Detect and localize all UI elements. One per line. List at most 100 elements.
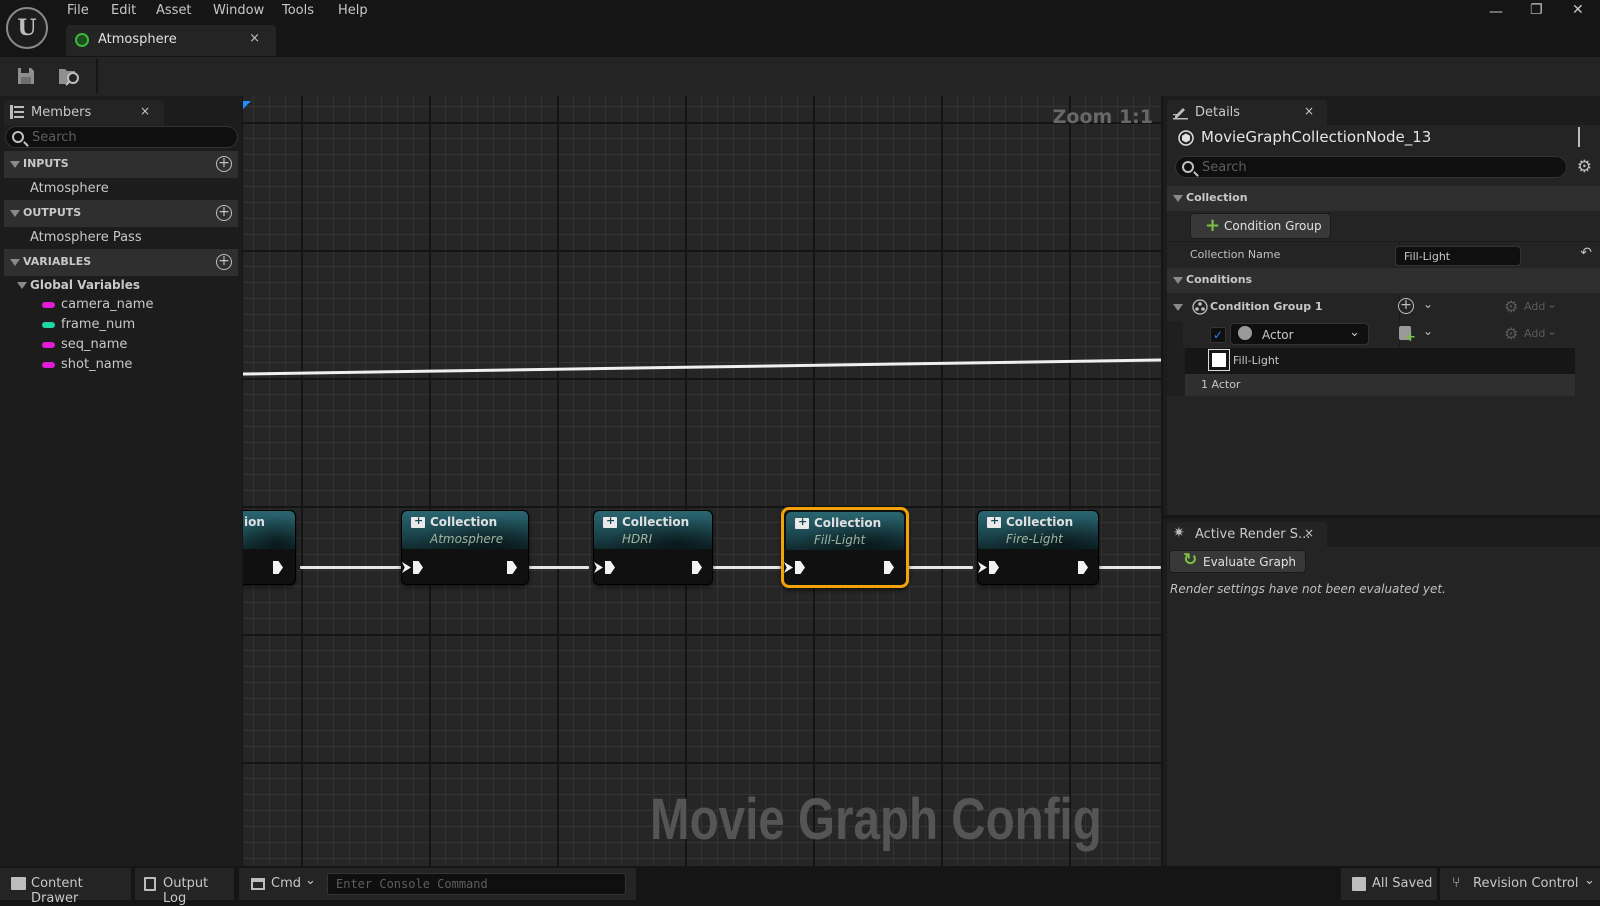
collection-name-label: Collection Name: [1190, 248, 1281, 261]
restore-button[interactable]: ❐: [1530, 2, 1543, 18]
document-tab-atmosphere[interactable]: Atmosphere ×: [66, 25, 276, 56]
result-item-row[interactable]: Fill-Light: [1185, 348, 1575, 374]
menu-window[interactable]: Window: [213, 3, 264, 21]
condition-type-dropdown[interactable]: Actor ⌄: [1230, 323, 1369, 345]
expand-arrow-icon[interactable]: [17, 282, 27, 289]
input-exec-pin[interactable]: [413, 561, 423, 574]
close-members-icon[interactable]: ×: [140, 104, 150, 118]
menu-edit[interactable]: Edit: [111, 3, 136, 21]
condition-row[interactable]: ✓ Actor ⌄ + ⌄ ⚙ Add ⌄: [1167, 321, 1600, 348]
plus-icon: +: [1205, 215, 1221, 236]
menu-asset[interactable]: Asset: [156, 3, 192, 21]
reset-to-default-icon[interactable]: ↶: [1580, 245, 1592, 261]
settings-gear-icon[interactable]: ⚙: [1577, 157, 1592, 177]
condition-group-row[interactable]: Condition Group 1 + ⌄ ⚙ Add ⌄: [1167, 294, 1600, 347]
add-dropdown-label: Add: [1524, 300, 1546, 313]
exec-wire[interactable]: [709, 566, 781, 569]
add-operand-button[interactable]: +: [1398, 298, 1414, 314]
output-exec-pin[interactable]: [507, 561, 517, 574]
input-exec-pin[interactable]: [989, 561, 999, 574]
members-tab[interactable]: Members ×: [4, 100, 164, 125]
light-actor-icon: [1212, 353, 1226, 367]
collection-node-atmosphere[interactable]: Collection Atmosphere: [401, 510, 529, 585]
active-render-settings-tab[interactable]: ✷ Active Render S... ×: [1167, 522, 1327, 547]
unreal-logo-icon[interactable]: U: [6, 7, 48, 49]
chevron-down-icon[interactable]: ⌄: [1423, 297, 1433, 311]
save-status-button[interactable]: All Saved: [1341, 868, 1437, 900]
close-details-icon[interactable]: ×: [1304, 104, 1314, 118]
menu-tools[interactable]: Tools: [282, 3, 314, 21]
section-collection[interactable]: Collection: [1167, 186, 1600, 211]
exec-wire[interactable]: [300, 566, 402, 569]
output-exec-pin[interactable]: [1078, 561, 1088, 574]
chevron-down-icon: ⌄: [1547, 297, 1558, 311]
evaluate-graph-button[interactable]: ↻ Evaluate Graph: [1169, 550, 1306, 573]
add-variable-button[interactable]: +: [216, 254, 232, 270]
collapse-arrow-icon[interactable]: [1173, 195, 1183, 202]
collection-node[interactable]: ion: [243, 510, 296, 585]
section-conditions[interactable]: Conditions: [1167, 268, 1600, 293]
collapse-arrow-icon[interactable]: [1173, 277, 1183, 284]
output-exec-pin[interactable]: [692, 561, 702, 574]
browse-to-asset-icon[interactable]: [58, 66, 80, 86]
add-actor-icon[interactable]: +: [1399, 326, 1416, 345]
input-item[interactable]: Atmosphere: [30, 181, 109, 196]
details-search-input[interactable]: Search: [1175, 156, 1567, 178]
result-item-label: Fill-Light: [1233, 354, 1280, 367]
cmd-selector[interactable]: Cmd: [271, 876, 301, 891]
close-active-render-settings-icon[interactable]: ×: [1304, 526, 1314, 540]
variable-item[interactable]: camera_name: [61, 297, 153, 312]
collection-name-input[interactable]: Fill-Light: [1395, 246, 1521, 266]
collapse-arrow-icon[interactable]: [10, 161, 20, 168]
details-tab[interactable]: Details ×: [1167, 100, 1327, 125]
lock-selection-icon[interactable]: [1578, 127, 1590, 147]
collapse-arrow-icon[interactable]: [1173, 304, 1183, 311]
variable-item[interactable]: shot_name: [61, 357, 132, 372]
console-area: Cmd ⌄ Enter Console Command: [239, 868, 636, 900]
connection-wire[interactable]: [243, 96, 1161, 496]
output-item[interactable]: Atmosphere Pass: [30, 230, 142, 245]
console-command-input[interactable]: Enter Console Command: [327, 873, 626, 895]
input-exec-pin[interactable]: [605, 561, 615, 574]
collapse-arrow-icon[interactable]: [10, 210, 20, 217]
minimize-button[interactable]: —: [1489, 4, 1503, 20]
save-status-label: All Saved: [1372, 876, 1433, 891]
close-window-button[interactable]: ✕: [1572, 2, 1584, 18]
add-output-button[interactable]: +: [216, 205, 232, 221]
exec-wire[interactable]: [1095, 566, 1161, 569]
exec-wire[interactable]: [905, 566, 973, 569]
members-search-input[interactable]: Search: [5, 126, 238, 148]
menu-file[interactable]: File: [67, 3, 89, 21]
collection-node-fill-light[interactable]: Collection Fill-Light: [781, 507, 909, 588]
close-tab-icon[interactable]: ×: [249, 31, 260, 46]
section-variables[interactable]: VARIABLES +: [4, 249, 238, 276]
variable-item[interactable]: frame_num: [61, 317, 135, 332]
add-input-button[interactable]: +: [216, 156, 232, 172]
revision-control-button[interactable]: ⑂ Revision Control ⌄: [1440, 868, 1600, 900]
chevron-down-icon[interactable]: ⌄: [305, 873, 316, 888]
output-exec-pin[interactable]: [273, 561, 283, 574]
input-exec-pin[interactable]: [795, 561, 805, 574]
output-exec-pin[interactable]: [884, 561, 894, 574]
collection-node-hdri[interactable]: Collection HDRI: [593, 510, 713, 585]
node-subtitle: Fire-Light: [1006, 532, 1063, 546]
collapse-arrow-icon[interactable]: [10, 259, 20, 266]
chevron-down-icon[interactable]: ⌄: [1423, 324, 1433, 338]
save-icon[interactable]: [16, 66, 38, 86]
section-outputs[interactable]: OUTPUTS +: [4, 200, 238, 227]
condition-enabled-checkbox[interactable]: ✓: [1210, 327, 1226, 343]
global-variables-group[interactable]: Global Variables: [30, 278, 140, 292]
console-icon: [251, 878, 265, 890]
section-collection-label: Collection: [1186, 191, 1248, 204]
content-drawer-button[interactable]: Content Drawer: [0, 868, 131, 906]
variable-item[interactable]: seq_name: [61, 337, 127, 352]
string-type-icon: [42, 362, 55, 368]
collection-node-fire-light[interactable]: Collection Fire-Light: [977, 510, 1099, 585]
output-log-icon: [144, 877, 156, 891]
add-condition-group-button[interactable]: + Condition Group: [1190, 213, 1331, 239]
graph-canvas[interactable]: Zoom 1:1 Movie Graph Config ion Collecti…: [243, 96, 1161, 866]
output-log-button[interactable]: Output Log: [135, 868, 234, 906]
section-inputs[interactable]: INPUTS +: [4, 151, 238, 178]
exec-wire[interactable]: [527, 566, 589, 569]
menu-help[interactable]: Help: [338, 3, 368, 21]
